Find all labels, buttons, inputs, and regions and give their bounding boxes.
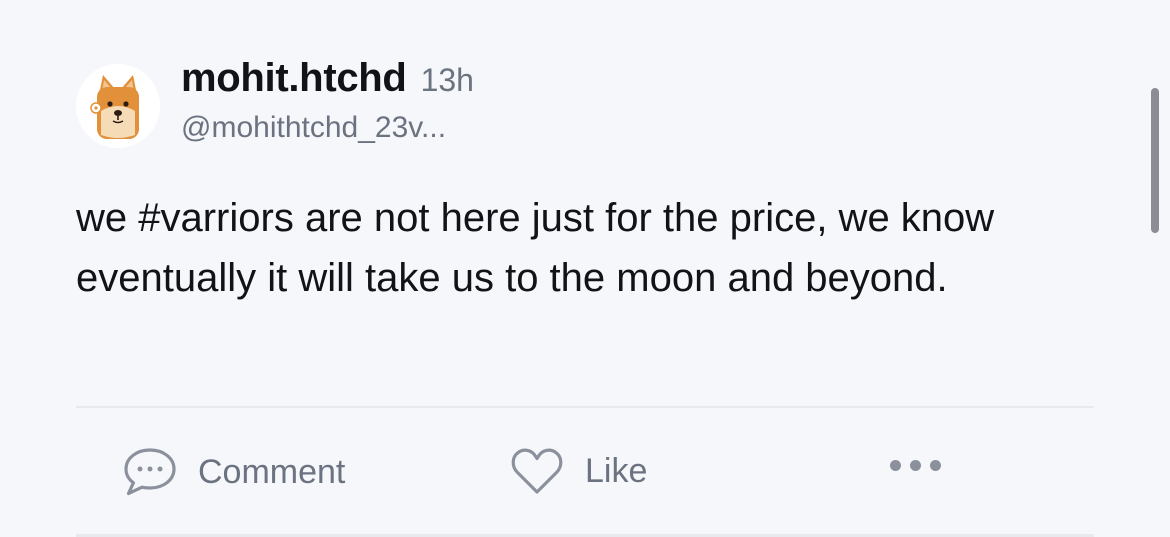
more-horizontal-icon xyxy=(890,460,901,471)
more-horizontal-icon-dot xyxy=(910,460,921,471)
comment-button[interactable]: Comment xyxy=(122,446,345,498)
heart-icon xyxy=(511,448,563,494)
divider xyxy=(76,406,1094,408)
like-button[interactable]: Like xyxy=(509,446,647,496)
post-body-text: we #varriors are not here just for the p… xyxy=(76,196,995,300)
author-handle[interactable]: @mohithtchd_23v... xyxy=(181,111,474,145)
doge-shiba-avatar-icon xyxy=(90,75,139,139)
page: mohit.htchd 13h @mohithtchd_23v... we #v… xyxy=(0,0,1170,537)
post-timestamp: 13h xyxy=(420,62,474,98)
like-label: Like xyxy=(585,451,648,490)
more-options-button[interactable] xyxy=(890,460,941,471)
comment-bubble-icon xyxy=(124,448,176,496)
post-card: mohit.htchd 13h @mohithtchd_23v... we #v… xyxy=(0,0,1170,537)
comment-label: Comment xyxy=(198,452,346,491)
author-display-name[interactable]: mohit.htchd xyxy=(181,56,407,101)
scrollbar[interactable] xyxy=(1151,88,1159,233)
more-horizontal-icon-dot xyxy=(930,460,941,471)
avatar[interactable] xyxy=(76,64,160,148)
name-row: mohit.htchd 13h xyxy=(181,56,474,101)
post-header: mohit.htchd 13h @mohithtchd_23v... xyxy=(181,56,474,145)
